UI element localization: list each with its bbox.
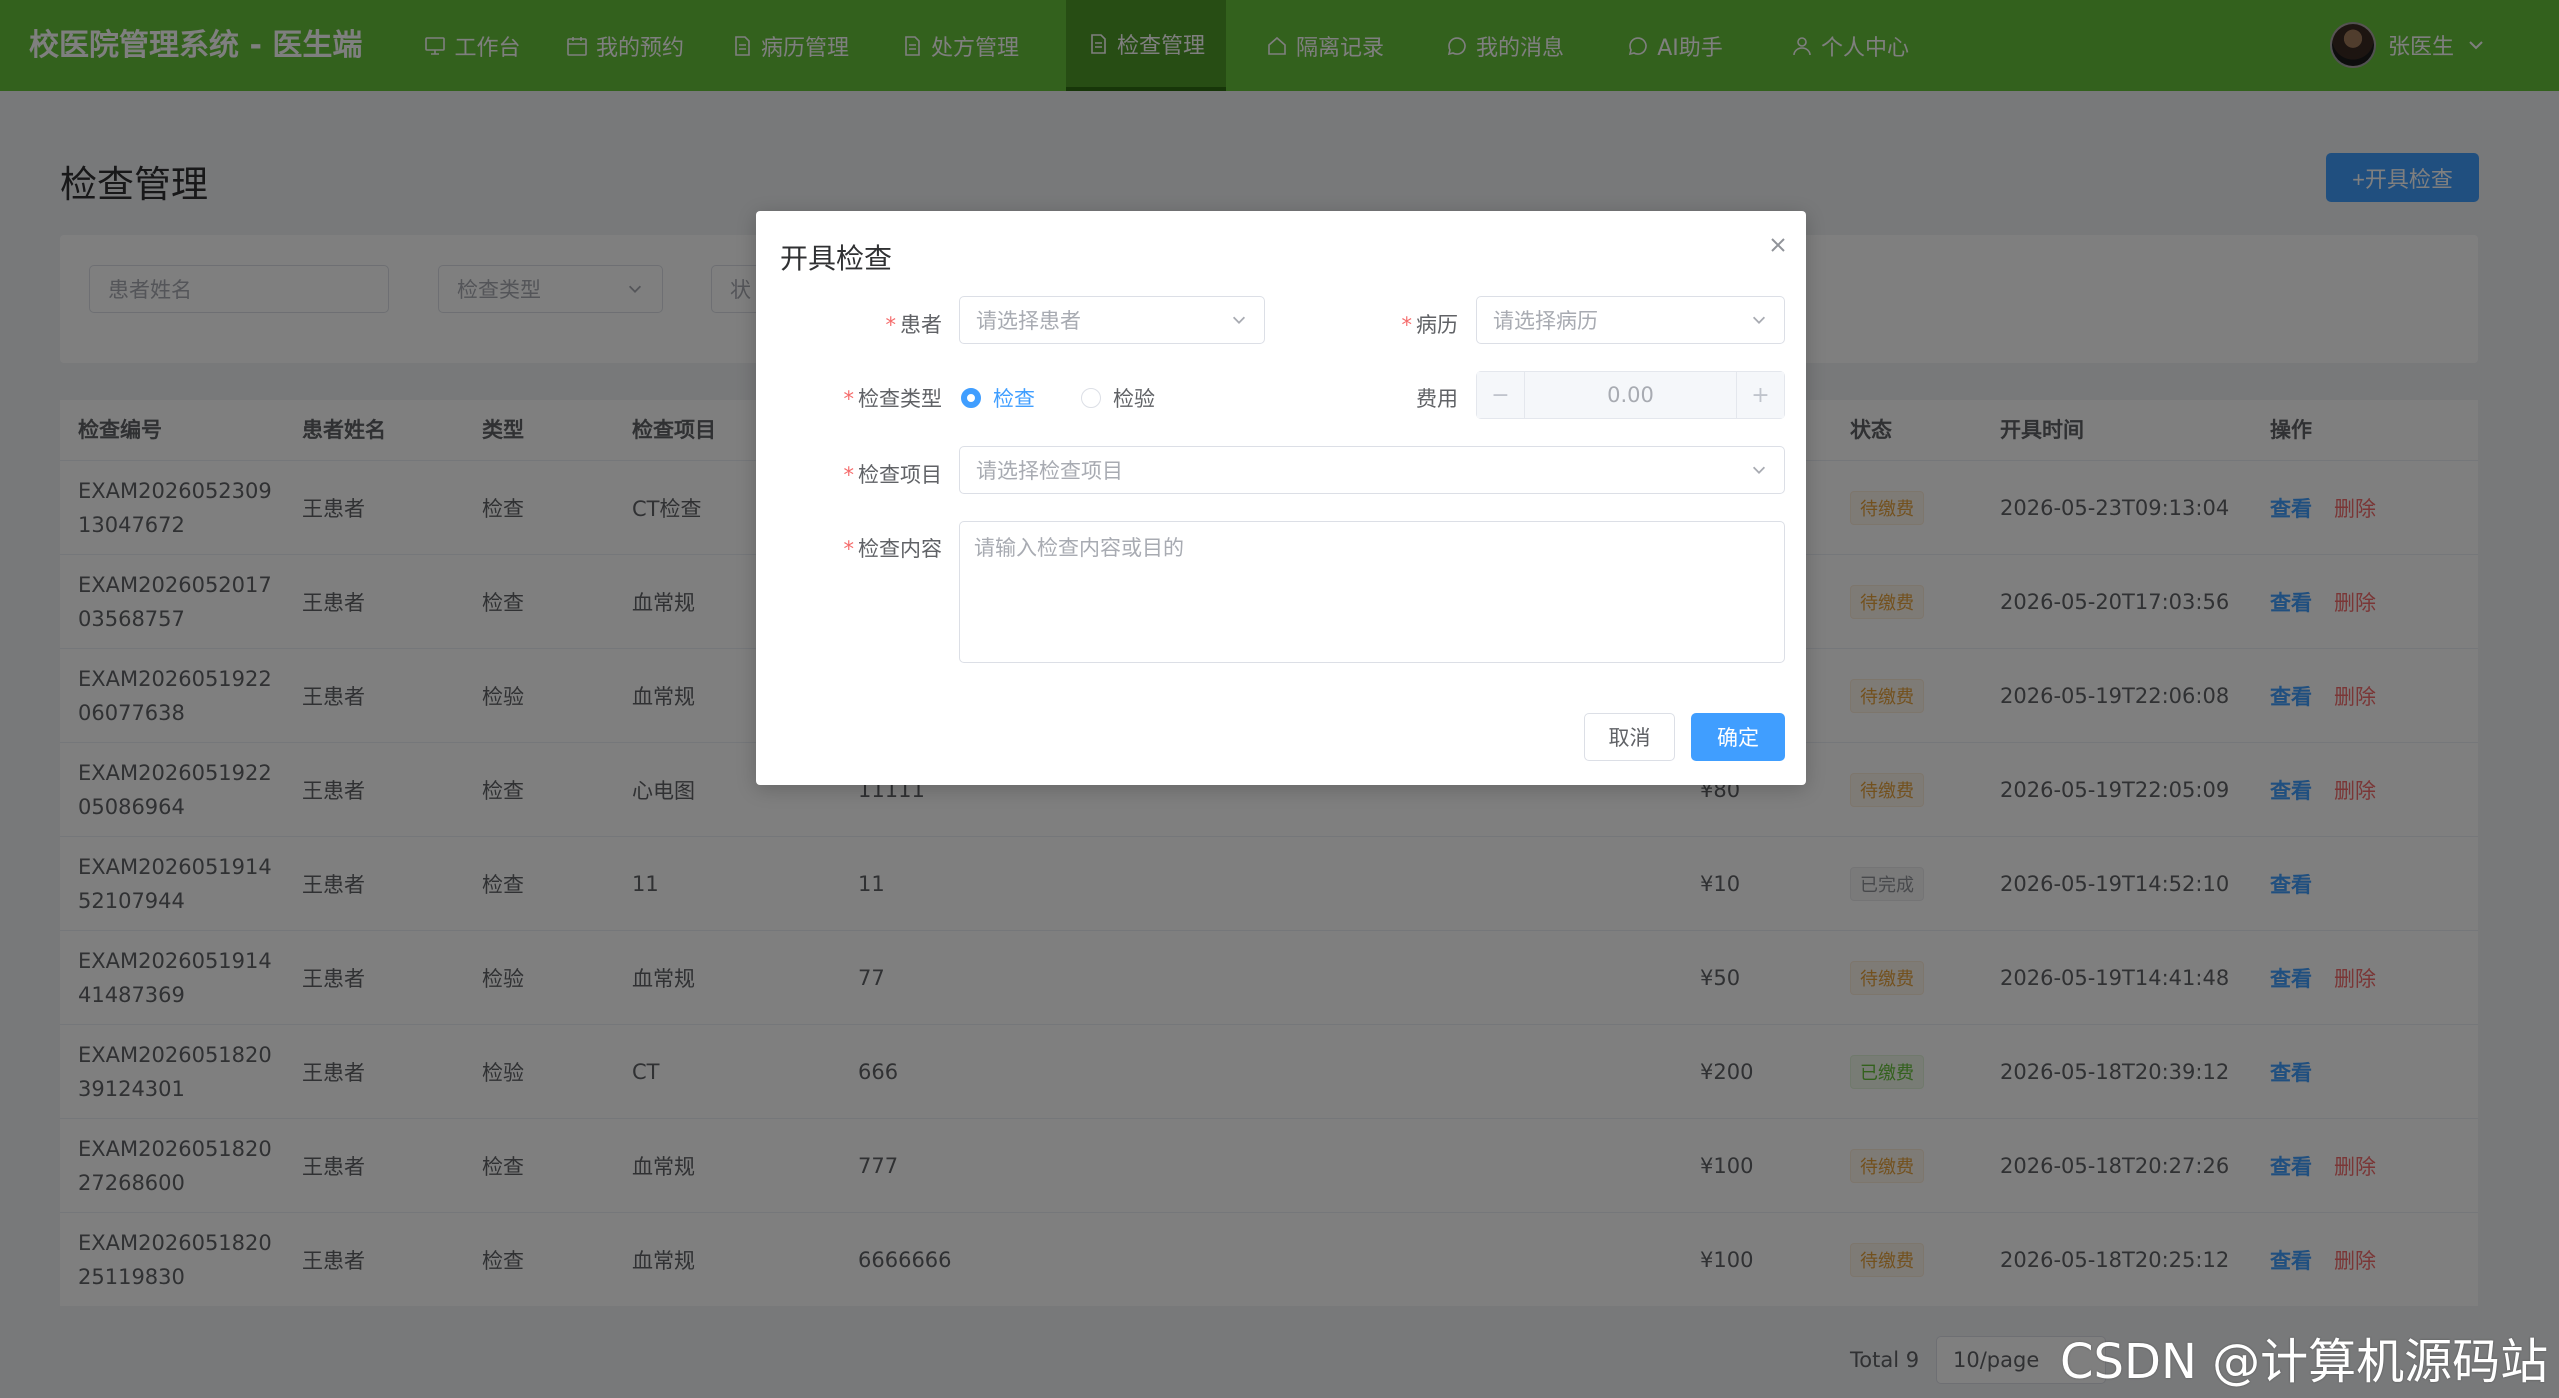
record-select[interactable]: 请选择病历 bbox=[1476, 296, 1785, 344]
radio-exam-label: 检查 bbox=[993, 387, 1035, 411]
fee-stepper: − 0.00 + bbox=[1476, 371, 1785, 419]
record-select-placeholder: 请选择病历 bbox=[1493, 309, 1598, 333]
record-label: * 病历 bbox=[1401, 313, 1459, 337]
increment-button[interactable]: + bbox=[1736, 372, 1784, 418]
exam-item-label: * 检查项目 bbox=[843, 463, 943, 487]
chevron-down-icon bbox=[1752, 466, 1766, 474]
radio-lab-test[interactable]: 检验 bbox=[1081, 383, 1155, 413]
fee-input[interactable]: 0.00 bbox=[1525, 372, 1736, 418]
exam-content-placeholder: 请输入检查内容或目的 bbox=[974, 536, 1184, 560]
decrement-button[interactable]: − bbox=[1477, 372, 1525, 418]
radio-button-icon bbox=[1081, 388, 1101, 408]
watermark: CSDN @计算机源码站 bbox=[2060, 1334, 2549, 1390]
exam-content-label: * 检查内容 bbox=[843, 537, 943, 561]
radio-button-icon bbox=[961, 388, 981, 408]
dialog-title: 开具检查 bbox=[780, 242, 893, 275]
exam-item-select[interactable]: 请选择检查项目 bbox=[959, 446, 1785, 494]
radio-lab-test-label: 检验 bbox=[1113, 387, 1155, 411]
fee-label: 费用 bbox=[1416, 387, 1458, 411]
patient-select[interactable]: 请选择患者 bbox=[959, 296, 1265, 344]
radio-exam[interactable]: 检查 bbox=[961, 383, 1035, 413]
patient-select-placeholder: 请选择患者 bbox=[976, 309, 1081, 333]
cancel-button[interactable]: 取消 bbox=[1584, 713, 1675, 761]
create-exam-dialog: 开具检查 * 患者 请选择患者 * 病历 请选择病历 * 检查类型 检查 检验 费用 … bbox=[756, 211, 1806, 785]
chevron-down-icon bbox=[1752, 316, 1766, 324]
close-icon[interactable] bbox=[1764, 231, 1792, 259]
exam-item-placeholder: 请选择检查项目 bbox=[976, 459, 1123, 483]
confirm-button[interactable]: 确定 bbox=[1691, 713, 1785, 761]
patient-label: * 患者 bbox=[885, 313, 943, 337]
exam-content-textarea[interactable]: 请输入检查内容或目的 bbox=[959, 521, 1785, 663]
exam-type-label: * 检查类型 bbox=[843, 387, 943, 411]
chevron-down-icon bbox=[1232, 316, 1246, 324]
